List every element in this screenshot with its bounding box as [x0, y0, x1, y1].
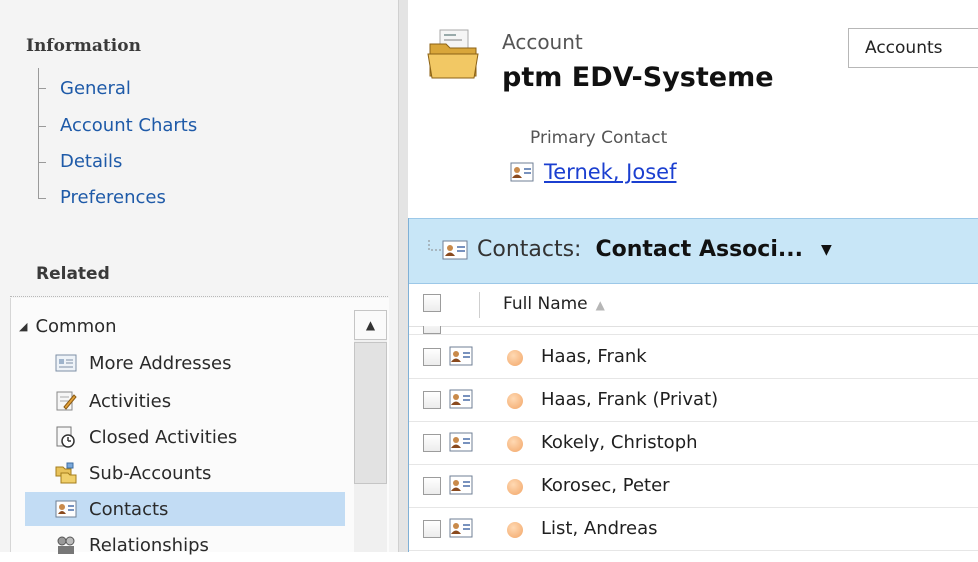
row-checkbox[interactable]: [423, 326, 441, 334]
related-item-label: Sub-Accounts: [89, 462, 212, 484]
tree-tick: [38, 162, 46, 163]
closed-activities-icon: [56, 426, 75, 448]
record-title: ptm EDV-Systeme: [502, 62, 774, 93]
contact-card-icon: [449, 346, 473, 366]
contact-full-name[interactable]: List, Andreas: [541, 518, 658, 539]
status-dot-icon: [507, 393, 523, 409]
related-item-relationships[interactable]: Relationships: [25, 528, 345, 562]
collapse-triangle-icon: ◢: [19, 320, 28, 333]
subgrid-entity-label: Contacts:: [477, 237, 582, 262]
table-row[interactable]: Kokely, Christoph: [409, 422, 978, 465]
column-header-row: Full Name ▲: [409, 284, 978, 327]
contact-card-icon: [449, 389, 473, 409]
status-dot-icon: [507, 479, 523, 495]
row-checkbox[interactable]: [423, 434, 441, 452]
relationships-icon: [57, 536, 75, 554]
contact-full-name[interactable]: Korosec, Peter: [541, 475, 670, 496]
row-checkbox[interactable]: [423, 520, 441, 538]
row-checkbox[interactable]: [423, 391, 441, 409]
scroll-thumb[interactable]: [354, 342, 387, 484]
common-group-toggle[interactable]: ◢ Common: [19, 316, 117, 337]
nav-item-preferences[interactable]: Preferences: [60, 187, 166, 208]
contact-card-icon: [449, 518, 473, 538]
view-selector[interactable]: Contact Associ...: [595, 237, 803, 262]
tree-tick: [38, 198, 46, 199]
sub-accounts-icon: [55, 462, 77, 484]
related-section-title: Related: [36, 264, 110, 284]
primary-contact-name: Ternek, Josef: [544, 160, 677, 184]
status-dot-icon: [507, 522, 523, 538]
related-panel: ◢ Common More Addresses Activities Close…: [10, 298, 389, 556]
form-selector[interactable]: Accounts: [848, 28, 978, 68]
table-row[interactable]: Haas, Frank: [409, 336, 978, 379]
entity-type-label: Account: [502, 30, 583, 54]
related-item-closed-activities[interactable]: Closed Activities: [25, 420, 345, 454]
record-form: Account ptm EDV-Systeme Accounts Primary…: [408, 0, 978, 552]
related-item-label: Closed Activities: [89, 426, 238, 448]
partial-row: [409, 326, 978, 335]
left-navigation: Information General Account Charts Detai…: [0, 0, 398, 556]
table-row[interactable]: Haas, Frank (Privat): [409, 379, 978, 422]
status-dot-icon: [507, 350, 523, 366]
table-row[interactable]: Korosec, Peter: [409, 465, 978, 508]
nav-item-general[interactable]: General: [60, 78, 131, 99]
activities-icon: [56, 391, 77, 411]
related-item-label: More Addresses: [89, 352, 232, 374]
contact-card-icon: [428, 239, 468, 259]
subgrid-header: Contacts: Contact Associ... ▼: [409, 218, 978, 284]
contact-full-name[interactable]: Haas, Frank (Privat): [541, 389, 718, 410]
contact-card-icon: [510, 162, 534, 182]
row-checkbox[interactable]: [423, 477, 441, 495]
account-folder-icon: [427, 29, 479, 79]
table-row[interactable]: List, Andreas: [409, 508, 978, 551]
contact-full-name[interactable]: Kokely, Christoph: [541, 432, 698, 453]
select-all-checkbox[interactable]: [423, 294, 441, 312]
nav-item-account-charts[interactable]: Account Charts: [60, 115, 197, 136]
contact-full-name[interactable]: Haas, Frank: [541, 346, 647, 367]
contact-card-icon: [449, 432, 473, 452]
column-divider: [479, 292, 480, 318]
related-item-more-addresses[interactable]: More Addresses: [25, 346, 345, 380]
arrow-up-icon: ▲: [365, 318, 376, 332]
related-item-label: Contacts: [89, 498, 169, 520]
scroll-up-button[interactable]: ▲: [354, 310, 387, 340]
contact-card-icon: [449, 475, 473, 495]
dropdown-arrow-icon[interactable]: ▼: [821, 242, 832, 258]
related-item-activities[interactable]: Activities: [25, 384, 345, 418]
related-item-contacts[interactable]: Contacts: [25, 492, 345, 526]
tree-tick: [38, 88, 46, 89]
tree-tick: [38, 126, 46, 127]
related-item-label: Relationships: [89, 534, 209, 556]
primary-contact-link[interactable]: Ternek, Josef: [510, 160, 676, 184]
information-section-title: Information: [26, 36, 141, 56]
related-item-label: Activities: [89, 390, 172, 412]
common-group-label: Common: [35, 316, 117, 337]
divider: [10, 296, 388, 297]
contact-card-icon: [55, 500, 77, 518]
address-book-icon: [55, 354, 77, 372]
related-item-sub-accounts[interactable]: Sub-Accounts: [25, 456, 345, 490]
column-header-label: Full Name: [503, 294, 588, 314]
sort-ascending-icon: ▲: [595, 298, 605, 312]
column-header-full-name[interactable]: Full Name ▲: [503, 294, 605, 314]
pane-splitter[interactable]: [398, 0, 408, 552]
related-scrollbar[interactable]: ▲: [354, 310, 387, 552]
primary-contact-label: Primary Contact: [530, 128, 668, 148]
nav-item-details[interactable]: Details: [60, 151, 122, 172]
contacts-subgrid: Contacts: Contact Associ... ▼ Full Name ▲…: [408, 218, 978, 552]
row-checkbox[interactable]: [423, 348, 441, 366]
status-dot-icon: [507, 436, 523, 452]
